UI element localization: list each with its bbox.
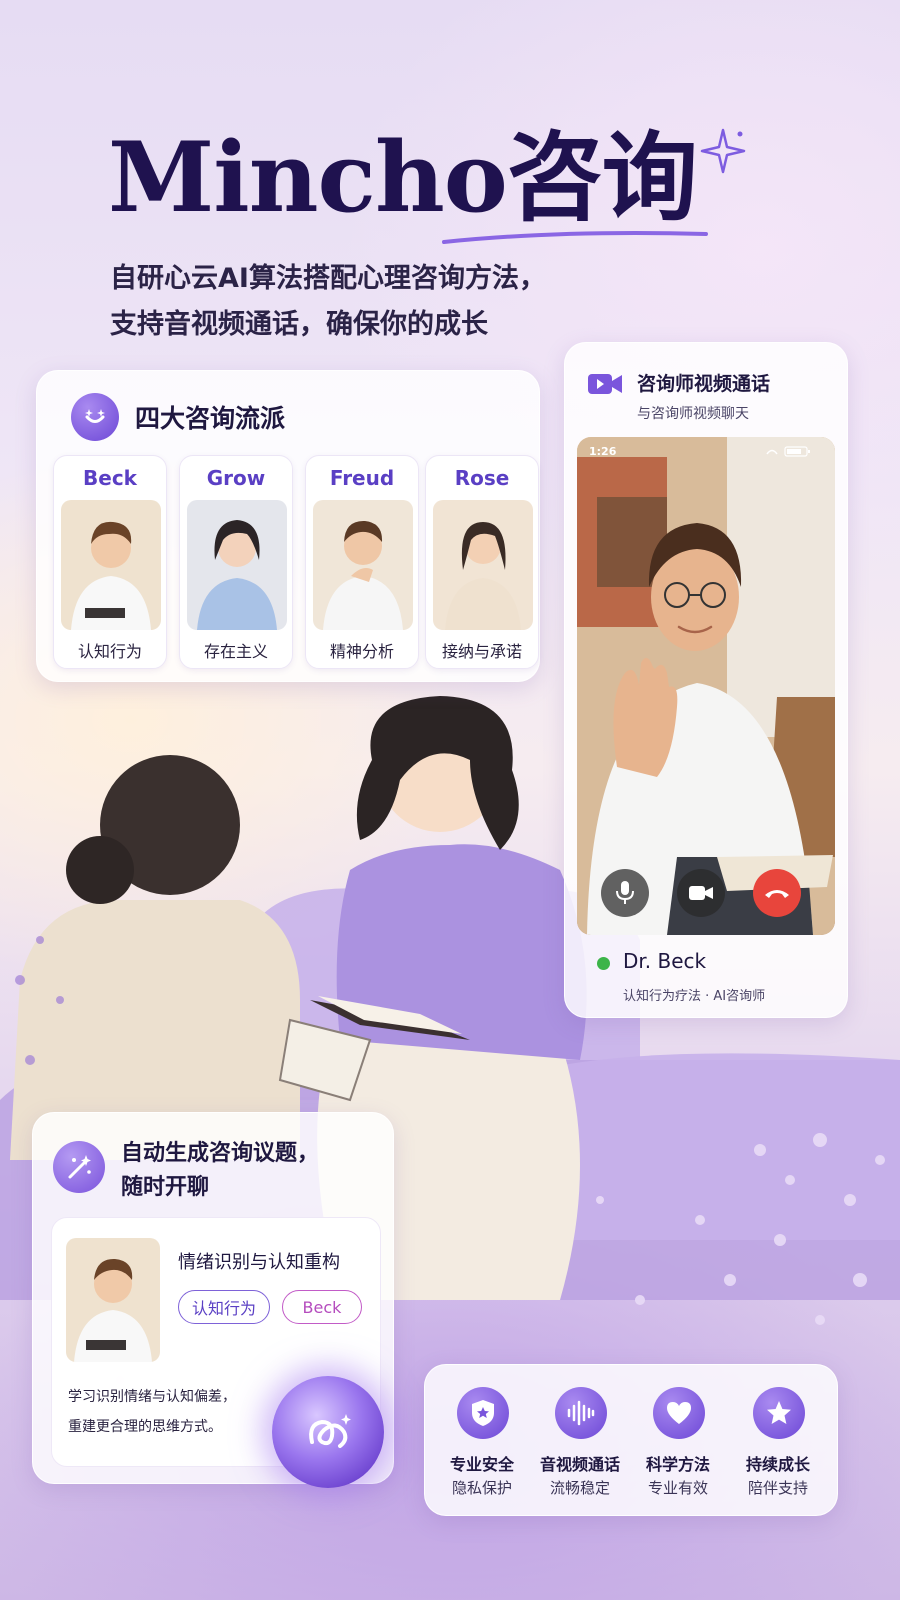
video-call-screen[interactable]: 1:26	[577, 437, 835, 935]
feature-title: 科学方法	[645, 1455, 710, 1474]
online-status-dot	[597, 957, 610, 970]
subtitle-line-2: 支持音视频通话，确保你的成长	[110, 309, 488, 340]
school-card-freud[interactable]: Freud 精神分析	[305, 455, 419, 669]
school-card-rose[interactable]: Rose 接纳与承诺	[425, 455, 539, 669]
counselor-portrait	[61, 500, 161, 630]
school-name: Beck	[83, 466, 137, 490]
topic-description-line-2: 重建更合理的思维方式。	[68, 1419, 222, 1435]
video-camera-icon	[588, 374, 622, 394]
feature-subtitle: 陪伴支持	[747, 1479, 808, 1497]
topics-title-line-1: 自动生成咨询议题，	[121, 1141, 320, 1166]
microphone-icon	[616, 881, 634, 904]
features-card: 专业安全 隐私保护 音视频通话 流畅稳定 科学方法 专业有效 持续成长 陪伴支持	[424, 1364, 838, 1516]
video-call-card: 咨询师视频通话 与咨询师视频聊天 1:26 Dr. Beck 认知行为疗法 · …	[564, 342, 848, 1018]
school-tag: 接纳与承诺	[441, 642, 522, 661]
schools-title: 四大咨询流派	[135, 404, 286, 433]
smile-sparkle-icon	[71, 393, 119, 441]
sound-wave-icon	[555, 1387, 607, 1439]
sparkle-icon	[700, 128, 746, 174]
battery-wifi-icon	[766, 446, 810, 457]
feature-av-call: 音视频通话 流畅稳定	[531, 1365, 629, 1517]
camera-icon	[689, 886, 713, 900]
schools-card: 四大咨询流派 Beck 认知行为 Grow 存在主义 Freud 精神分析 Ro…	[36, 370, 540, 682]
heart-icon	[653, 1387, 705, 1439]
school-name: Rose	[454, 466, 510, 490]
feature-science: 科学方法 专业有效	[629, 1365, 727, 1517]
swirl-logo-icon	[309, 1414, 351, 1448]
feature-security: 专业安全 隐私保护	[433, 1365, 531, 1517]
topic-description: 学习识别情绪与认知偏差， 重建更合理的思维方式。	[68, 1382, 288, 1442]
subtitle-line-1: 自研心云AI算法搭配心理咨询方法，	[110, 263, 546, 294]
ai-assistant-orb-button[interactable]	[272, 1376, 384, 1488]
counselor-role: 认知行为疗法 · AI咨询师	[623, 989, 766, 1004]
shield-star-icon	[457, 1387, 509, 1439]
counselor-portrait	[66, 1238, 160, 1362]
counselor-portrait	[187, 500, 287, 630]
subtitle: 自研心云AI算法搭配心理咨询方法， 支持音视频通话，确保你的成长	[110, 256, 630, 348]
topic-description-line-1: 学习识别情绪与认知偏差，	[68, 1389, 236, 1405]
status-bar-time: 1:26	[589, 445, 617, 458]
topics-title: 自动生成咨询议题， 随时开聊	[121, 1137, 361, 1205]
star-icon	[753, 1387, 805, 1439]
feature-subtitle: 隐私保护	[451, 1479, 512, 1497]
video-call-subtitle: 与咨询师视频聊天	[637, 406, 749, 422]
school-name: Freud	[329, 466, 395, 490]
feature-subtitle: 流畅稳定	[549, 1479, 610, 1497]
school-tag: 认知行为	[77, 642, 142, 661]
video-call-title: 咨询师视频通话	[637, 373, 771, 395]
feature-growth: 持续成长 陪伴支持	[729, 1365, 827, 1517]
brand-underline	[442, 231, 708, 244]
school-tag: 精神分析	[329, 642, 394, 661]
hang-up-icon	[765, 890, 789, 898]
counselor-video-feed	[577, 437, 835, 935]
school-card-grow[interactable]: Grow 存在主义	[179, 455, 293, 669]
counselor-name: Dr. Beck	[623, 949, 707, 973]
feature-title: 音视频通话	[539, 1455, 620, 1474]
topics-title-line-2: 随时开聊	[121, 1175, 210, 1200]
topic-title: 情绪识别与认知重构	[178, 1252, 340, 1273]
topic-tag-counselor[interactable]: Beck	[282, 1290, 362, 1324]
status-bar-icons	[763, 445, 823, 460]
end-call-button[interactable]	[753, 869, 801, 917]
feature-subtitle: 专业有效	[647, 1479, 708, 1497]
counselor-portrait	[433, 500, 533, 630]
microphone-button[interactable]	[601, 869, 649, 917]
school-name: Grow	[206, 466, 266, 490]
school-card-beck[interactable]: Beck 认知行为	[53, 455, 167, 669]
topic-tag-method[interactable]: 认知行为	[178, 1290, 270, 1324]
magic-wand-icon	[53, 1141, 105, 1193]
camera-toggle-button[interactable]	[677, 869, 725, 917]
school-tag: 存在主义	[203, 642, 268, 661]
brand-title: Mincho咨询	[108, 121, 698, 234]
feature-title: 专业安全	[449, 1455, 514, 1474]
counselor-portrait	[313, 500, 413, 630]
feature-title: 持续成长	[745, 1455, 810, 1474]
